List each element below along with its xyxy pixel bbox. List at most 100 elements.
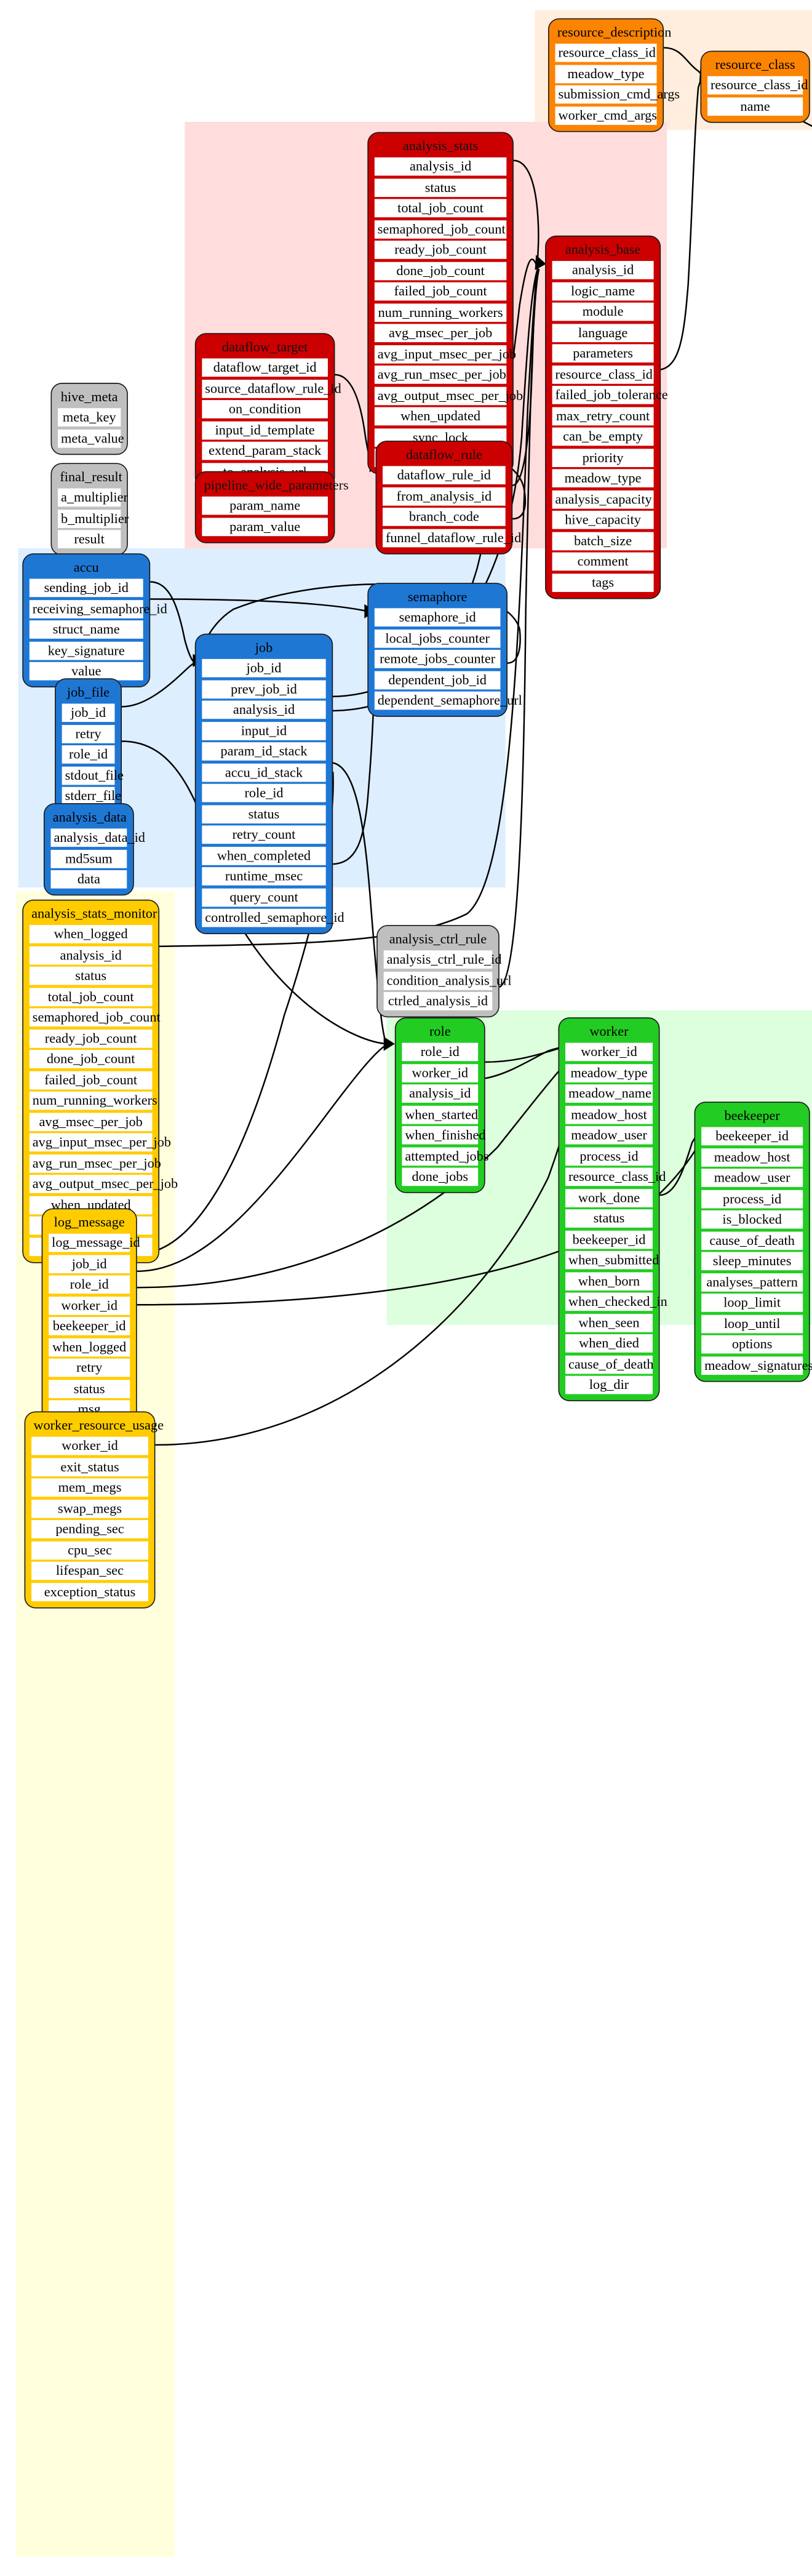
column-cell[interactable]: num_running_workers [29, 1091, 157, 1110]
table-worker_resource_usage[interactable]: worker_resource_usage worker_id exit_sta… [24, 1411, 164, 1608]
column-cell[interactable]: failed_job_count [374, 282, 507, 301]
column-cell[interactable]: ctrled_analysis_id [383, 992, 493, 1010]
column-cell[interactable]: status [374, 178, 507, 197]
column-cell[interactable]: meta_value [58, 429, 124, 447]
column-cell[interactable]: when_logged [49, 1337, 130, 1356]
column-cell[interactable]: dataflow_target_id [202, 358, 328, 377]
column-cell[interactable]: role_id [202, 783, 326, 802]
column-cell[interactable]: semaphored_job_count [374, 220, 507, 238]
column-cell[interactable]: status [29, 966, 153, 985]
column-cell[interactable]: resource_class_id [552, 365, 654, 383]
column-cell[interactable]: when_died [565, 1334, 653, 1353]
column-cell[interactable]: input_id [202, 721, 326, 740]
column-cell[interactable]: meadow_host [565, 1105, 653, 1124]
column-cell[interactable]: avg_msec_per_job [29, 1112, 153, 1131]
column-cell[interactable]: status [49, 1379, 130, 1398]
table-hive_meta[interactable]: hive_meta meta_key meta_value [50, 383, 128, 455]
column-cell[interactable]: avg_output_msec_per_job [29, 1175, 178, 1193]
column-cell[interactable]: remote_jobs_counter [374, 650, 501, 668]
column-cell[interactable]: meadow_type [552, 469, 654, 487]
column-cell[interactable]: retry [62, 724, 115, 743]
column-cell[interactable]: done_job_count [374, 261, 507, 280]
column-cell[interactable]: max_retry_count [552, 406, 654, 425]
column-cell[interactable]: avg_input_msec_per_job [374, 345, 516, 363]
column-cell[interactable]: tags [552, 573, 654, 592]
column-cell[interactable]: receiving_semaphore_id [29, 599, 167, 618]
column-cell[interactable]: pending_sec [31, 1520, 148, 1538]
column-cell[interactable]: module [552, 302, 654, 321]
column-cell[interactable]: exception_status [31, 1582, 148, 1601]
column-cell[interactable]: sending_job_id [29, 578, 143, 598]
column-cell[interactable]: analysis_id [374, 157, 507, 176]
column-cell[interactable]: can_be_empty [552, 427, 654, 446]
column-cell[interactable]: worker_cmd_args [555, 106, 657, 125]
column-cell[interactable]: total_job_count [29, 987, 153, 1006]
column-cell[interactable]: parameters [552, 344, 654, 363]
column-cell[interactable]: source_dataflow_rule_id [202, 379, 341, 398]
column-cell[interactable]: when_logged [29, 925, 153, 943]
table-log_message[interactable]: log_message log_message_id job_id role_i… [41, 1208, 140, 1447]
column-cell[interactable]: analysis_data_id [50, 828, 145, 847]
column-cell[interactable]: when_checked_in [565, 1292, 667, 1311]
column-cell[interactable]: role_id [402, 1042, 479, 1062]
column-cell[interactable]: runtime_msec [202, 867, 326, 886]
column-cell[interactable]: meadow_user [565, 1126, 653, 1145]
table-beekeeper[interactable]: beekeeper beekeeper_id meadow_host meado… [694, 1102, 812, 1382]
column-cell[interactable]: value [29, 662, 143, 681]
table-resource_description[interactable]: resource_description resource_class_id m… [548, 18, 680, 132]
column-cell[interactable]: condition_analysis_url [383, 971, 512, 990]
column-cell[interactable]: from_analysis_id [383, 487, 506, 505]
column-cell[interactable]: analyses_pattern [701, 1273, 803, 1291]
table-analysis_data[interactable]: analysis_data analysis_data_id md5sum da… [43, 803, 145, 896]
table-accu[interactable]: accu sending_job_id receiving_semaphore_… [22, 553, 167, 688]
column-cell[interactable]: job_id [62, 703, 115, 722]
column-cell[interactable]: param_value [202, 517, 328, 536]
column-cell[interactable]: resource_class_id [707, 76, 808, 95]
column-cell[interactable]: analysis_id [552, 261, 654, 279]
column-cell[interactable]: loop_limit [701, 1294, 803, 1312]
column-cell[interactable]: avg_run_msec_per_job [374, 366, 507, 384]
column-cell[interactable]: meadow_user [701, 1169, 803, 1187]
column-cell[interactable]: log_message_id [49, 1233, 140, 1252]
column-cell[interactable]: accu_id_stack [202, 762, 326, 782]
column-cell[interactable]: when_finished [402, 1126, 485, 1145]
column-cell[interactable]: priority [552, 448, 654, 467]
column-cell[interactable]: md5sum [50, 849, 127, 868]
table-semaphore[interactable]: semaphore semaphore_id local_jobs_counte… [367, 583, 522, 717]
column-cell[interactable]: log_dir [565, 1375, 653, 1394]
column-cell[interactable]: name [707, 97, 803, 116]
table-dataflow_target[interactable]: dataflow_target dataflow_target_id sourc… [194, 333, 341, 488]
column-cell[interactable]: query_count [202, 887, 326, 906]
column-cell[interactable]: analysis_ctrl_rule_id [383, 950, 501, 969]
column-cell[interactable]: when_submitted [565, 1250, 659, 1270]
column-cell[interactable]: prev_job_id [202, 679, 326, 698]
column-cell[interactable]: ready_job_count [374, 241, 507, 259]
column-cell[interactable]: comment [552, 552, 654, 571]
column-cell[interactable]: worker_id [565, 1042, 653, 1062]
column-cell[interactable]: retry_count [202, 825, 326, 844]
column-cell[interactable]: role_id [62, 745, 115, 764]
column-cell[interactable]: extend_param_stack [202, 441, 328, 460]
column-cell[interactable]: on_condition [202, 400, 328, 418]
column-cell[interactable]: avg_run_msec_per_job [29, 1154, 161, 1172]
column-cell[interactable]: meadow_type [565, 1063, 653, 1082]
column-cell[interactable]: analysis_id [29, 945, 153, 964]
column-cell[interactable]: analysis_id [402, 1084, 479, 1103]
table-final_result[interactable]: final_result a_multiplier b_multiplier r… [50, 463, 129, 556]
column-cell[interactable]: input_id_template [202, 420, 328, 439]
column-cell[interactable]: options [701, 1335, 803, 1354]
column-cell[interactable]: meadow_type [555, 64, 657, 83]
column-cell[interactable]: done_jobs [402, 1167, 479, 1186]
column-cell[interactable]: semaphored_job_count [29, 1008, 161, 1027]
table-job_file[interactable]: job_file job_id retry role_id stdout_fil… [55, 678, 124, 812]
column-cell[interactable]: beekeeper_id [565, 1230, 653, 1249]
column-cell[interactable]: mem_megs [31, 1478, 148, 1497]
column-cell[interactable]: beekeeper_id [701, 1127, 803, 1146]
column-cell[interactable]: process_id [565, 1146, 653, 1166]
column-cell[interactable]: num_running_workers [374, 303, 507, 322]
column-cell[interactable]: analysis_id [202, 700, 326, 719]
column-cell[interactable]: param_name [202, 496, 328, 515]
column-cell[interactable]: avg_output_msec_per_job [374, 386, 523, 405]
column-cell[interactable]: worker_id [402, 1063, 479, 1082]
column-cell[interactable]: meta_key [58, 408, 121, 426]
